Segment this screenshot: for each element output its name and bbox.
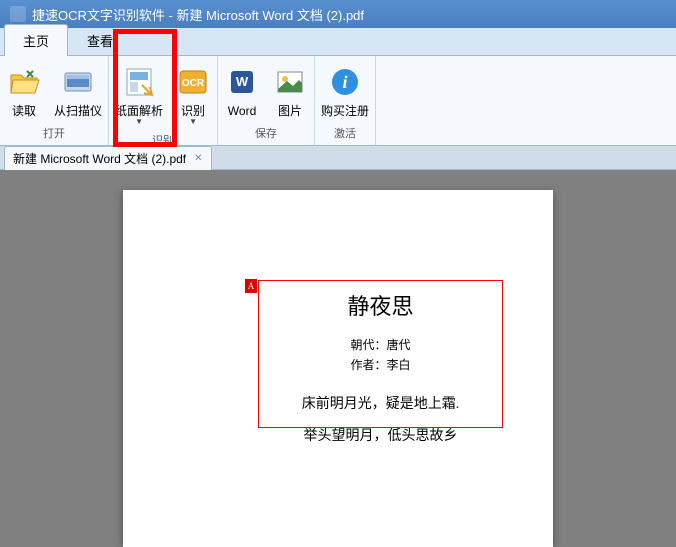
scanner-icon xyxy=(60,64,96,100)
from-scanner-button[interactable]: 从扫描仪 xyxy=(48,60,108,123)
ribbon-group-save: W Word 图片 保存 xyxy=(218,56,315,145)
chevron-down-icon: ▼ xyxy=(189,118,197,126)
poem-line-2: 举头望明月，低头思故乡 xyxy=(267,421,494,453)
page-analysis-label: 纸面解析 xyxy=(115,104,163,118)
svg-text:i: i xyxy=(343,72,348,92)
image-label: 图片 xyxy=(278,104,302,118)
buy-register-label: 购买注册 xyxy=(321,104,369,118)
read-button[interactable]: 读取 xyxy=(0,60,48,123)
document-page: A 静夜思 朝代：唐代 作者：李白 床前明月光，疑是地上霜. 举头望明月，低头思… xyxy=(123,190,553,547)
poem-dynasty: 朝代：唐代 xyxy=(267,335,494,355)
window-title: 捷速OCR文字识别软件 - 新建 Microsoft Word 文档 (2).p… xyxy=(32,5,364,24)
ribbon: 读取 从扫描仪 打开 纸面解析 ▼ OCR xyxy=(0,56,676,146)
app-icon xyxy=(10,6,26,22)
from-scanner-label: 从扫描仪 xyxy=(54,104,102,118)
folder-open-icon xyxy=(6,64,42,100)
image-button[interactable]: 图片 xyxy=(266,60,314,123)
buy-register-button[interactable]: i 购买注册 xyxy=(315,60,375,123)
tab-home[interactable]: 主页 xyxy=(4,24,68,56)
recognize-label: 识别 xyxy=(181,104,205,118)
page-analysis-icon xyxy=(121,64,157,100)
activate-group-label: 激活 xyxy=(334,123,356,143)
ocr-icon: OCR xyxy=(175,64,211,100)
close-icon[interactable]: ✕ xyxy=(194,153,202,164)
ribbon-group-activate: i 购买注册 激活 xyxy=(315,56,376,145)
ribbon-tab-strip: 主页 查看 xyxy=(0,28,676,56)
read-label: 读取 xyxy=(12,104,36,118)
page-analysis-button[interactable]: 纸面解析 ▼ xyxy=(109,60,169,130)
poem-line-1: 床前明月光，疑是地上霜. xyxy=(267,389,494,421)
chevron-down-icon: ▼ xyxy=(135,118,143,126)
region-marker: A xyxy=(245,279,257,293)
word-icon: W xyxy=(224,64,260,100)
word-label: Word xyxy=(228,104,256,118)
document-tab-label: 新建 Microsoft Word 文档 (2).pdf xyxy=(13,150,186,167)
document-tab-strip: 新建 Microsoft Word 文档 (2).pdf ✕ xyxy=(0,146,676,170)
ribbon-group-recognize: 纸面解析 ▼ OCR 识别 ▼ 识别 xyxy=(109,56,218,145)
document-tab[interactable]: 新建 Microsoft Word 文档 (2).pdf ✕ xyxy=(4,146,212,170)
save-group-label: 保存 xyxy=(255,123,277,143)
word-button[interactable]: W Word xyxy=(218,60,266,123)
ocr-region[interactable]: A 静夜思 朝代：唐代 作者：李白 床前明月光，疑是地上霜. 举头望明月，低头思… xyxy=(258,280,503,428)
svg-text:W: W xyxy=(236,74,249,89)
recognize-button[interactable]: OCR 识别 ▼ xyxy=(169,60,217,130)
svg-text:OCR: OCR xyxy=(182,78,205,89)
poem-title: 静夜思 xyxy=(267,289,494,321)
open-group-label: 打开 xyxy=(43,123,65,143)
tab-view[interactable]: 查看 xyxy=(68,24,132,56)
workspace: A 静夜思 朝代：唐代 作者：李白 床前明月光，疑是地上霜. 举头望明月，低头思… xyxy=(0,170,676,547)
ribbon-group-open: 读取 从扫描仪 打开 xyxy=(0,56,109,145)
poem-author: 作者：李白 xyxy=(267,355,494,375)
info-icon: i xyxy=(327,64,363,100)
image-icon xyxy=(272,64,308,100)
